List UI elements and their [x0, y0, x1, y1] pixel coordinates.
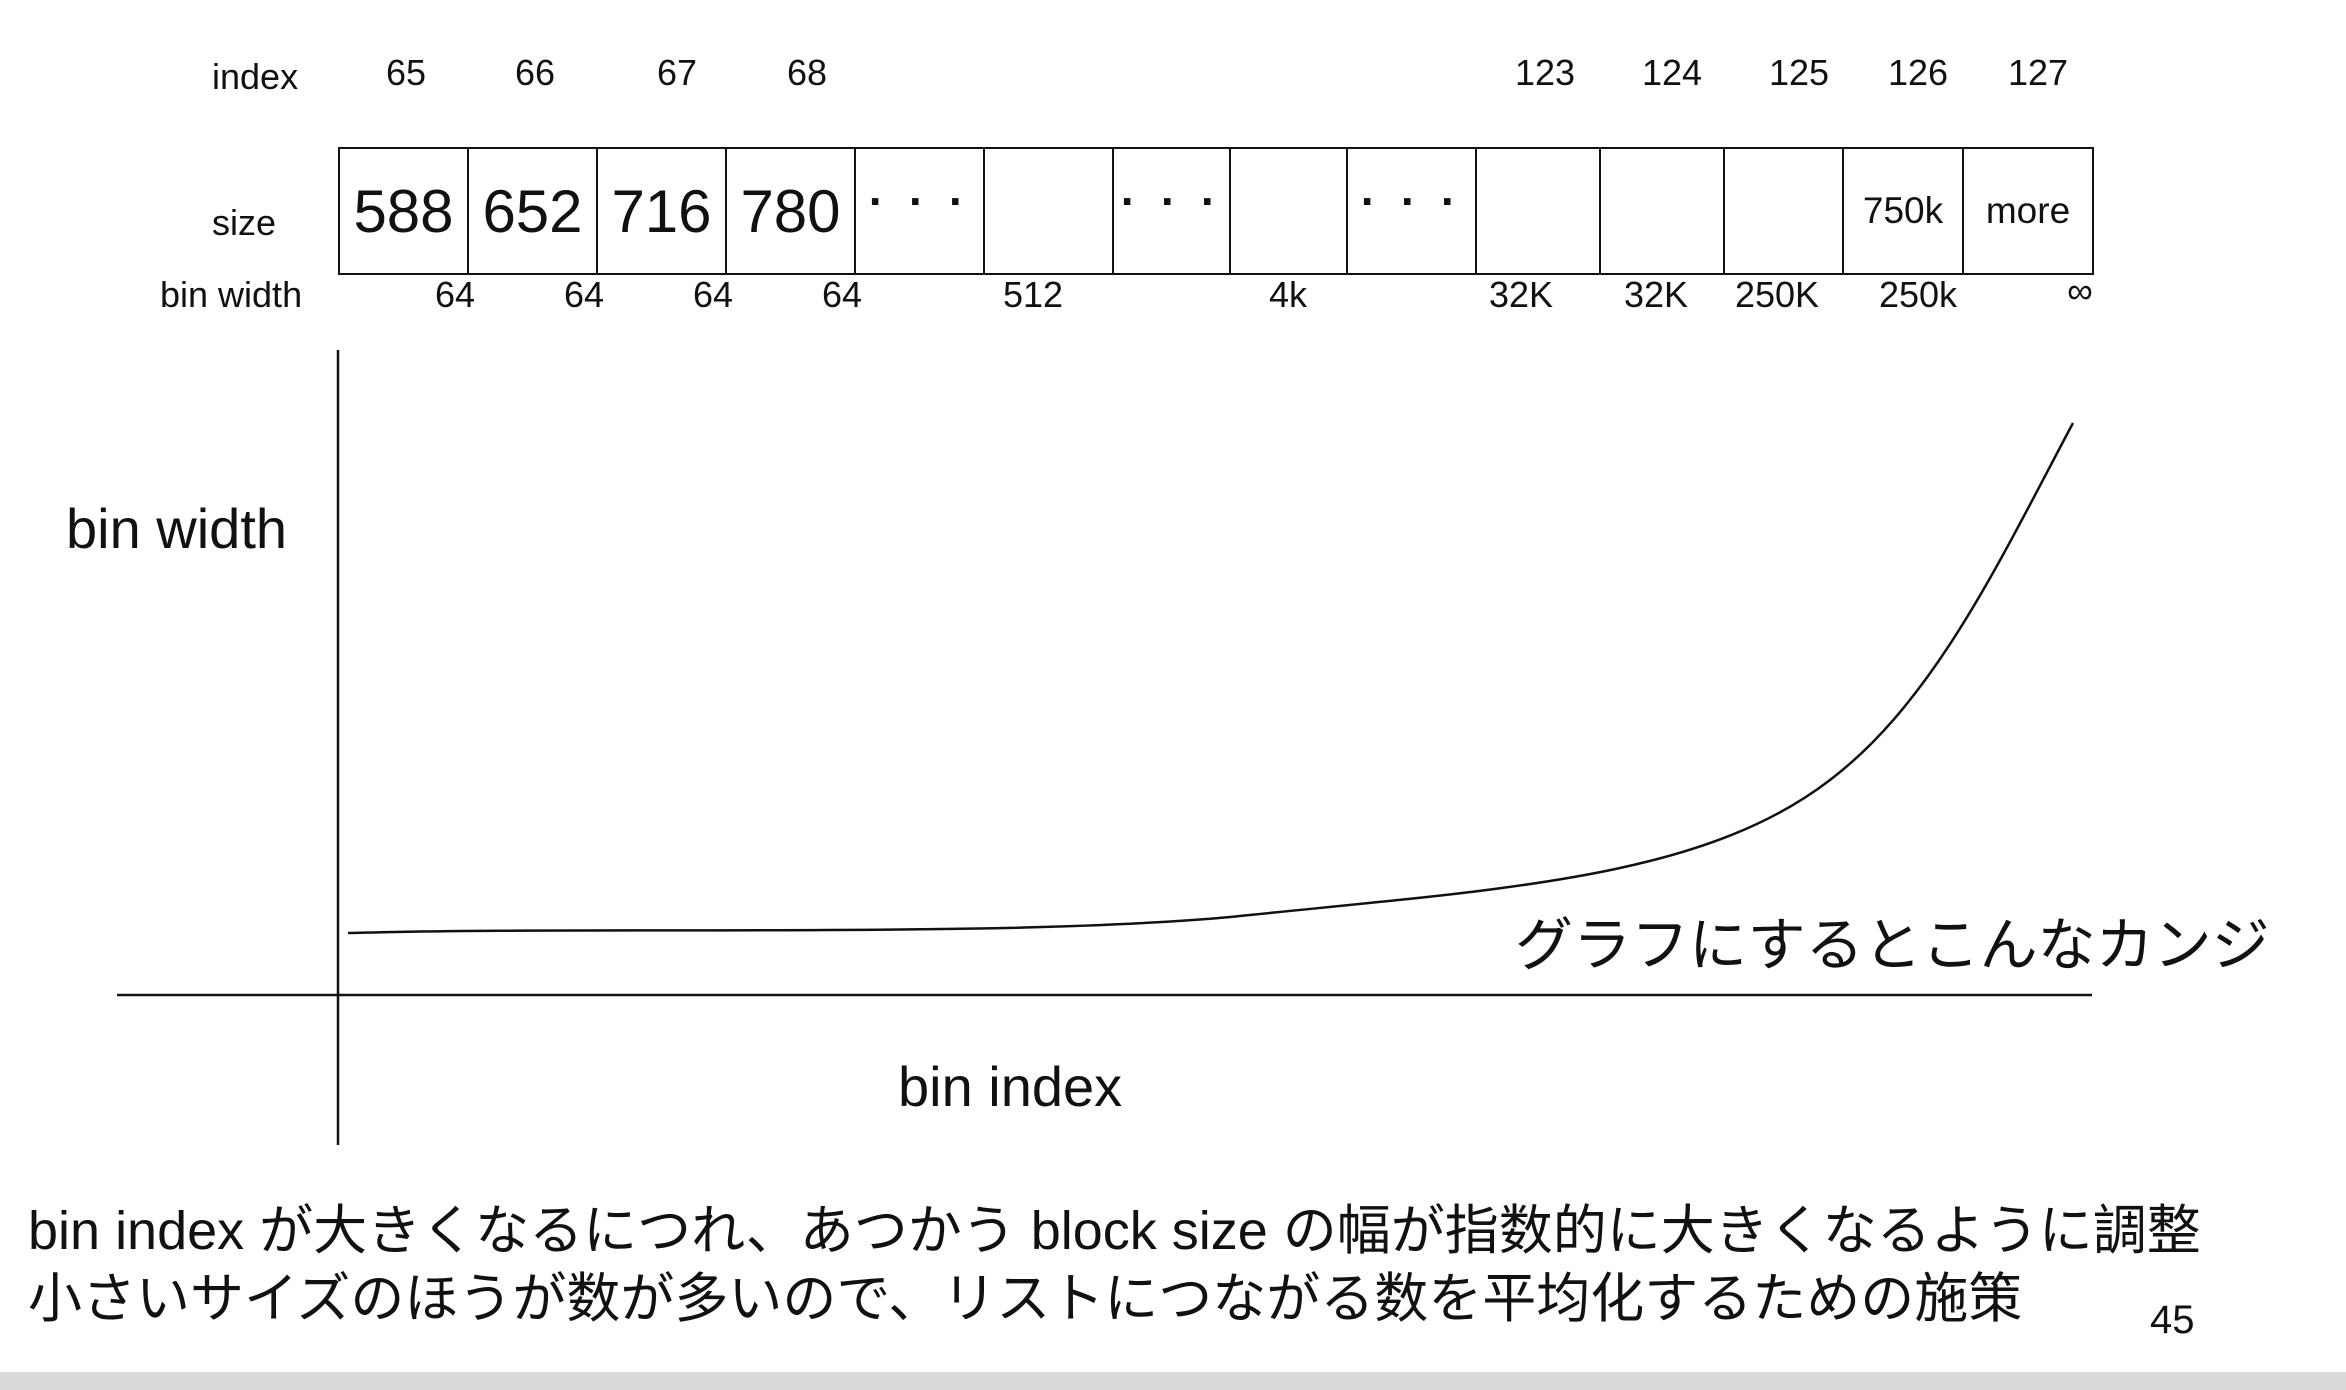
page-number: 45	[2150, 1298, 2195, 1342]
x-axis-label: bin index	[898, 1055, 1123, 1118]
slide: index size bin width 65 66 67 68 123 124…	[0, 0, 2346, 1390]
growth-curve	[347, 422, 2075, 935]
bottom-bar	[0, 1372, 2346, 1390]
bin-width-graph	[117, 350, 2092, 1145]
footer-line-2: 小さいサイズのほうが数が多いので、リストにつながる数を平均化するための施策	[28, 1269, 2023, 1329]
graph-annotation: グラフにするとこんなカンジ	[1515, 913, 2270, 978]
y-axis-label: bin width	[66, 497, 288, 560]
